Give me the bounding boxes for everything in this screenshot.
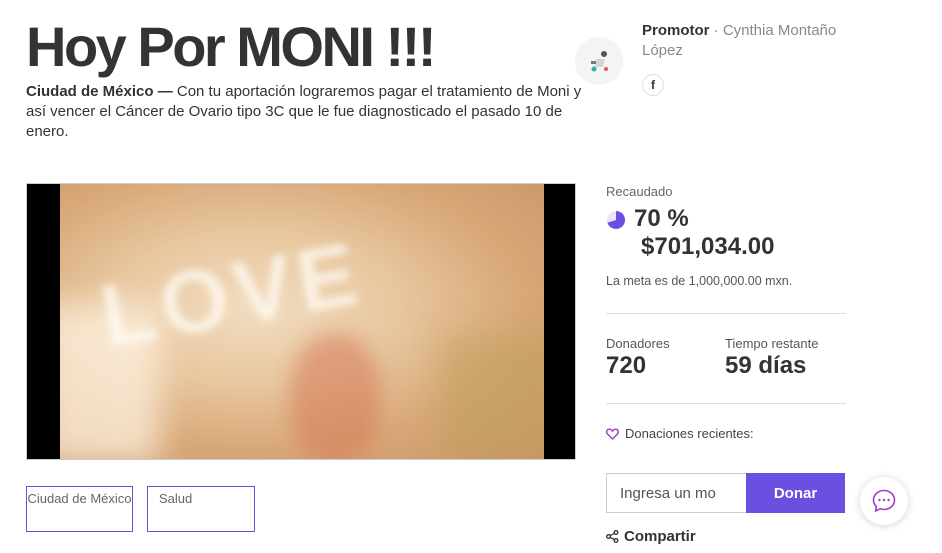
raised-label: Recaudado — [606, 184, 673, 199]
promoter-info: Promotor · Cynthia Montaño López — [642, 21, 862, 61]
stats-divider-bottom — [606, 403, 846, 404]
raised-percent: 70 % — [634, 205, 689, 232]
video-blur-foliage — [440, 334, 544, 459]
campaign-title: Hoy Por MONI !!! — [26, 15, 436, 78]
progress-pie-icon — [607, 211, 625, 229]
tag-health[interactable]: Salud — [147, 486, 255, 532]
facebook-icon[interactable]: f — [642, 74, 664, 96]
stats-divider-top — [606, 313, 846, 314]
promoter-avatar-icon[interactable] — [575, 37, 623, 85]
promoter-label: Promotor — [642, 22, 710, 39]
share-icon — [606, 530, 619, 543]
share-label: Compartir — [624, 528, 696, 545]
donation-amount-input[interactable] — [606, 473, 746, 513]
campaign-video[interactable]: LOVE — [26, 183, 576, 460]
campaign-city: Ciudad de México — — [26, 83, 173, 100]
chat-icon — [872, 489, 896, 513]
goal-text: La meta es de 1,000,000.00 mxn. — [606, 274, 793, 288]
campaign-description: Ciudad de México — Con tu aportación log… — [26, 82, 586, 142]
recent-donations-label: Donaciones recientes: — [625, 426, 754, 441]
donors-count: 720 — [606, 352, 647, 379]
time-left-value: 59 días — [725, 352, 807, 379]
tag-city[interactable]: Ciudad de México — [26, 486, 133, 532]
raised-amount: $701,034.00 — [641, 233, 775, 260]
donate-button[interactable]: Donar — [746, 473, 845, 513]
video-frame: LOVE — [60, 184, 544, 459]
promoter-separator: · — [709, 22, 723, 39]
donors-label: Donadores — [606, 336, 670, 351]
video-blur-person — [290, 334, 380, 459]
share-button[interactable]: Compartir — [606, 528, 696, 545]
recent-donations[interactable]: Donaciones recientes: — [606, 426, 754, 441]
heart-icon — [606, 427, 619, 440]
time-left-label: Tiempo restante — [725, 336, 819, 351]
chat-button[interactable] — [860, 477, 908, 525]
